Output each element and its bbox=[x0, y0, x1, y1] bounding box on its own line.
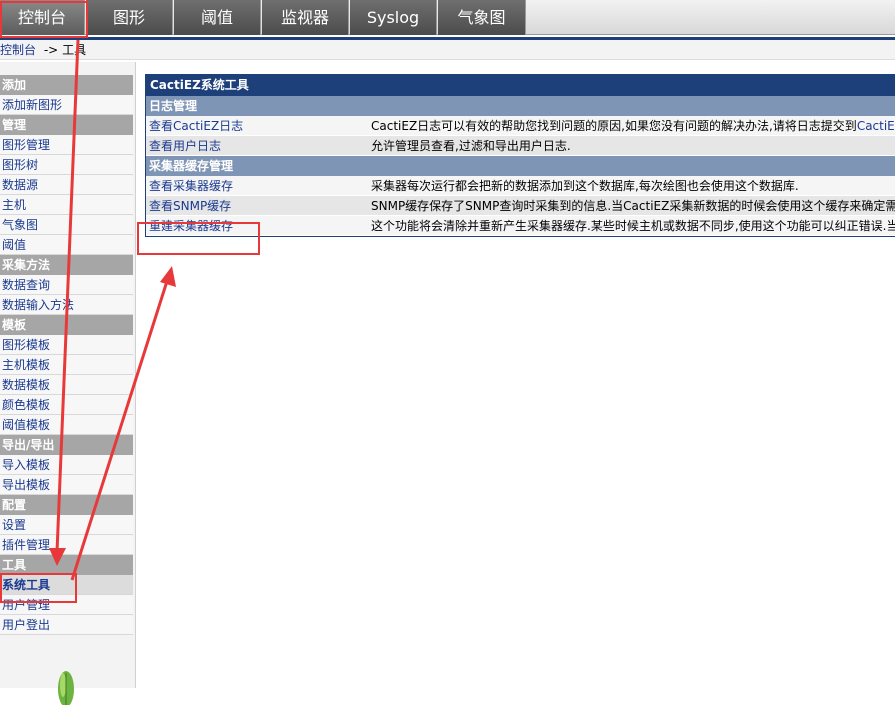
sidebar-header-add: 添加 bbox=[0, 75, 133, 95]
sidebar-item-graph-management[interactable]: 图形管理 bbox=[0, 135, 133, 155]
annotation-box-console-tab bbox=[0, 1, 88, 38]
row-description: SNMP缓存保存了SNMP查询时采集到的信息.当CactiEZ采集新数据的时候会… bbox=[371, 199, 895, 213]
view-snmp-cache-link[interactable]: 查看SNMP缓存 bbox=[149, 196, 231, 216]
row-description-text: CactiEZ日志可以有效的帮助您找到问题的原因,如果您没有问题的解决办法,请将… bbox=[371, 119, 857, 133]
view-user-log-link[interactable]: 查看用户日志 bbox=[149, 136, 221, 156]
row-description: 采集器每次运行都会把新的数据添加到这个数据库,每次绘图也会使用这个数据库. bbox=[371, 179, 799, 193]
sidebar-item-data-templates[interactable]: 数据模板 bbox=[0, 375, 133, 395]
table-row: 查看CactiEZ日志 CactiEZ日志可以有效的帮助您找到问题的原因,如果您… bbox=[146, 116, 895, 136]
row-description: 这个功能将会清除并重新产生采集器缓存.某些时候主机或数据不同步,使用这个功能可以… bbox=[371, 219, 895, 233]
sidebar-item-data-input-methods[interactable]: 数据输入方法 bbox=[0, 295, 133, 315]
sidebar-item-export-templates[interactable]: 导出模板 bbox=[0, 475, 133, 495]
sidebar-header-collection-methods: 采集方法 bbox=[0, 255, 133, 275]
table-row: 查看用户日志 允许管理员查看,过滤和导出用户日志. bbox=[146, 136, 895, 156]
tab-graphs[interactable]: 图形 bbox=[86, 0, 173, 35]
table-row: 查看采集器缓存 采集器每次运行都会把新的数据添加到这个数据库,每次绘图也会使用这… bbox=[146, 176, 895, 196]
top-navigation: 控制台 图形 阈值 监视器 Syslog 气象图 bbox=[0, 0, 895, 40]
cactiez-inline-link[interactable]: CactiEZ bbox=[857, 119, 895, 133]
sidebar-item-graph-templates[interactable]: 图形模板 bbox=[0, 335, 133, 355]
tab-monitor[interactable]: 监视器 bbox=[262, 0, 349, 35]
breadcrumb-current: 工具 bbox=[62, 43, 87, 57]
sidebar-item-graph-tree[interactable]: 图形树 bbox=[0, 155, 133, 175]
row-description: CactiEZ日志可以有效的帮助您找到问题的原因,如果您没有问题的解决办法,请将… bbox=[371, 116, 895, 136]
sidebar-item-data-queries[interactable]: 数据查询 bbox=[0, 275, 133, 295]
sidebar-item-import-templates[interactable]: 导入模板 bbox=[0, 455, 133, 475]
tab-thresholds[interactable]: 阈值 bbox=[174, 0, 261, 35]
annotation-box-rebuild-cache bbox=[137, 222, 260, 255]
sidebar-header-import-export: 导出/导出 bbox=[0, 435, 133, 455]
section-header-poller-cache: 采集器缓存管理 bbox=[146, 156, 895, 176]
view-poller-cache-link[interactable]: 查看采集器缓存 bbox=[149, 176, 233, 196]
sidebar-item-settings[interactable]: 设置 bbox=[0, 515, 133, 535]
sidebar-header-utilities: 工具 bbox=[0, 555, 133, 575]
sidebar-header-management: 管理 bbox=[0, 115, 133, 135]
sidebar-item-weathermap[interactable]: 气象图 bbox=[0, 215, 133, 235]
cactus-logo-icon bbox=[58, 671, 74, 705]
annotation-arrowhead-up bbox=[160, 266, 176, 287]
sidebar-item-host-templates[interactable]: 主机模板 bbox=[0, 355, 133, 375]
breadcrumb-separator: -> bbox=[43, 43, 59, 57]
sidebar-item-thresholds[interactable]: 阈值 bbox=[0, 235, 133, 255]
sidebar-header-configuration: 配置 bbox=[0, 495, 133, 515]
tab-syslog[interactable]: Syslog bbox=[350, 0, 437, 35]
sidebar-menu: 添加 添加新图形 管理 图形管理 图形树 数据源 主机 气象图 阈值 采集方法 … bbox=[0, 75, 133, 635]
sidebar-item-color-templates[interactable]: 颜色模板 bbox=[0, 395, 133, 415]
sidebar-item-logout[interactable]: 用户登出 bbox=[0, 615, 133, 635]
sidebar-item-devices[interactable]: 主机 bbox=[0, 195, 133, 215]
annotation-box-system-utilities bbox=[0, 573, 77, 603]
sidebar-item-threshold-templates[interactable]: 阈值模板 bbox=[0, 415, 133, 435]
breadcrumb: 控制台 -> 工具 bbox=[0, 40, 895, 60]
sidebar-item-plugin-management[interactable]: 插件管理 bbox=[0, 535, 133, 555]
sidebar-item-add-graph[interactable]: 添加新图形 bbox=[0, 95, 133, 115]
section-header-log-management: 日志管理 bbox=[146, 96, 895, 116]
row-description: 允许管理员查看,过滤和导出用户日志. bbox=[371, 139, 571, 153]
table-row: 查看SNMP缓存 SNMP缓存保存了SNMP查询时采集到的信息.当CactiEZ… bbox=[146, 196, 895, 216]
sidebar-header-templates: 模板 bbox=[0, 315, 133, 335]
tab-weathermap[interactable]: 气象图 bbox=[438, 0, 526, 35]
panel-title: CactiEZ系统工具 bbox=[146, 75, 895, 96]
view-cactiez-log-link[interactable]: 查看CactiEZ日志 bbox=[149, 116, 243, 136]
system-utilities-panel: CactiEZ系统工具 日志管理 查看CactiEZ日志 CactiEZ日志可以… bbox=[145, 74, 895, 237]
breadcrumb-console-link[interactable]: 控制台 bbox=[0, 43, 36, 57]
sidebar-item-data-sources[interactable]: 数据源 bbox=[0, 175, 133, 195]
